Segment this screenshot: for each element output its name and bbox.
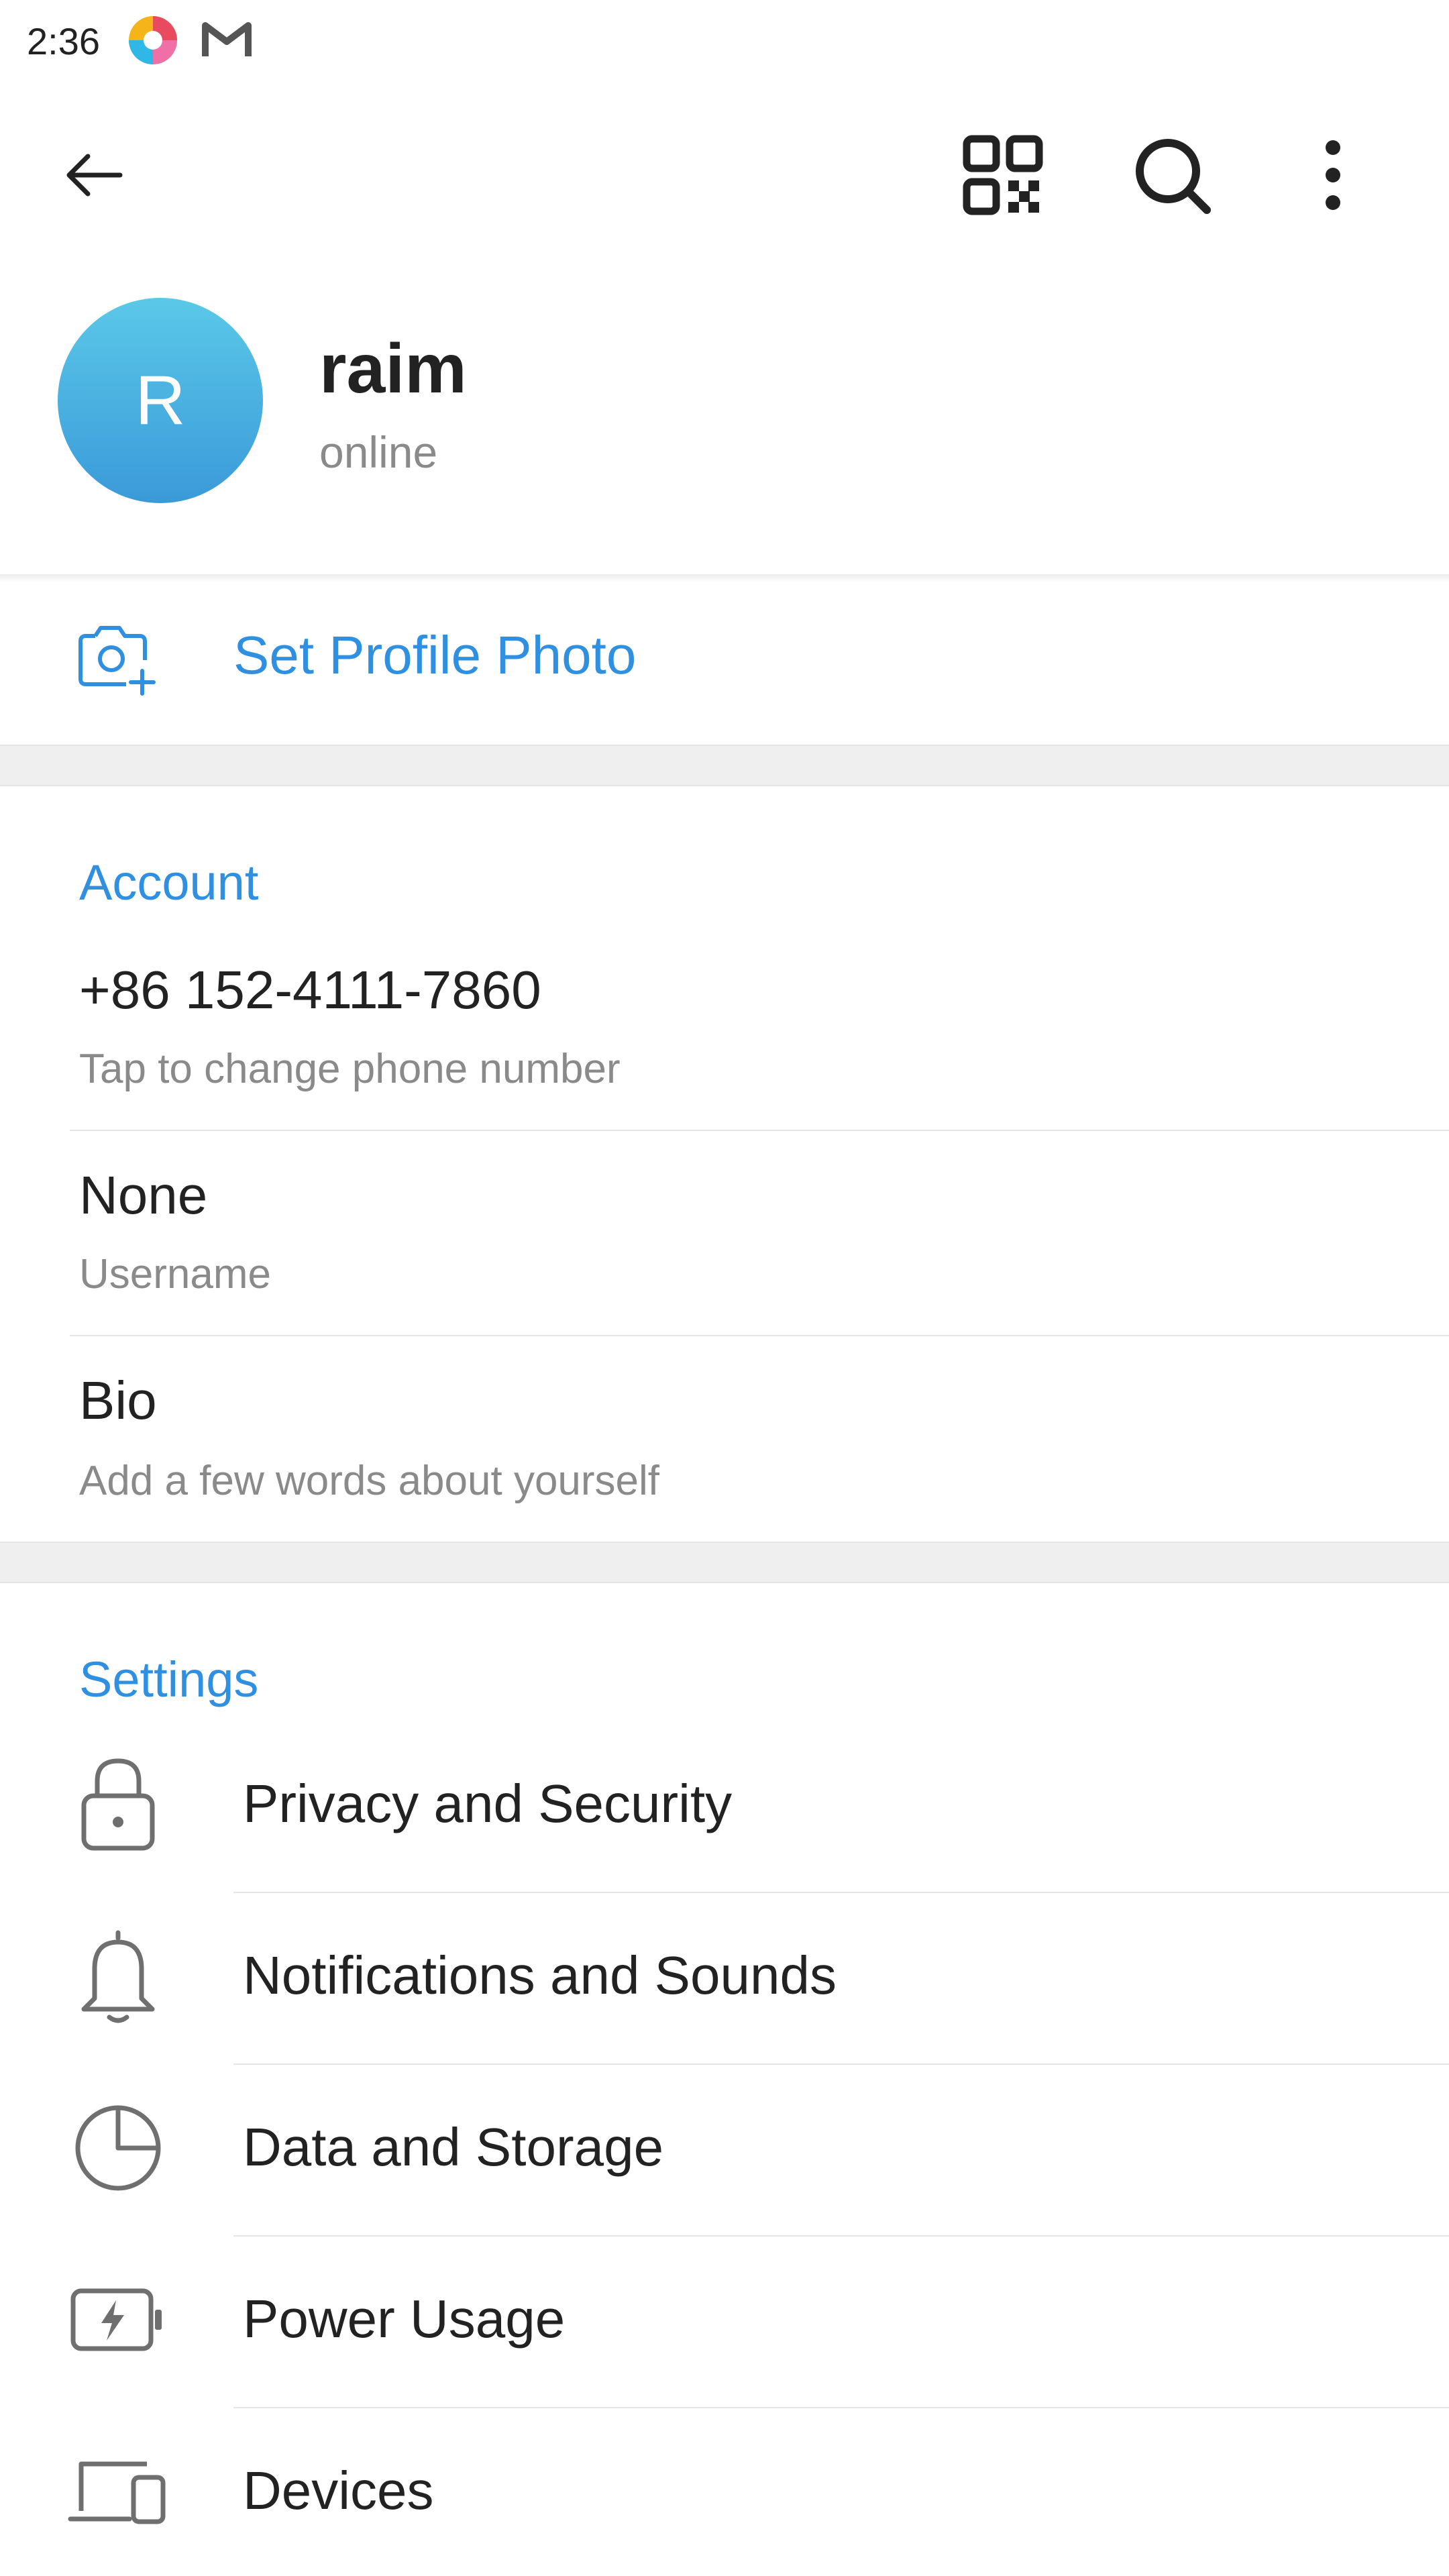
settings-section-header: Settings (79, 1652, 259, 1707)
phone-number-value: +86 152-4111-7860 (79, 960, 541, 1020)
colorful-app-icon (125, 12, 181, 68)
account-section-header: Account (79, 855, 259, 910)
back-arrow-icon (61, 142, 128, 212)
section-divider (0, 1542, 1449, 1583)
phone-number-hint: Tap to change phone number (79, 1046, 621, 1092)
search-icon (1132, 135, 1212, 219)
battery-bolt-icon (64, 2266, 172, 2373)
settings-item-data-storage[interactable] (0, 2065, 1449, 2235)
more-options-button[interactable] (1283, 126, 1383, 227)
settings-item-devices[interactable] (0, 2408, 1449, 2576)
settings-item-label: Notifications and Sounds (243, 1945, 837, 2005)
username-row[interactable] (0, 1131, 1449, 1335)
avatar[interactable]: R (58, 298, 263, 503)
profile-status: online (319, 427, 438, 477)
bio-value: Bio (79, 1371, 157, 1430)
username-value: None (79, 1165, 208, 1225)
gmail-icon (199, 12, 255, 68)
devices-icon (64, 2438, 172, 2545)
section-divider (0, 745, 1449, 786)
profile-name: raim (319, 330, 467, 408)
back-button[interactable] (44, 126, 145, 227)
username-hint: Username (79, 1251, 271, 1297)
pie-chart-icon (64, 2094, 172, 2202)
settings-item-label: Data and Storage (243, 2117, 664, 2177)
camera-add-icon (75, 619, 156, 699)
lock-icon (64, 1750, 172, 1857)
settings-item-power-usage[interactable] (0, 2237, 1449, 2407)
settings-item-label: Devices (243, 2461, 434, 2520)
bell-icon (64, 1923, 172, 2030)
bio-row[interactable] (0, 1336, 1449, 1542)
more-vert-icon (1320, 138, 1346, 215)
status-time: 2:36 (27, 20, 100, 62)
qr-code-button[interactable] (953, 126, 1053, 227)
set-profile-photo-label: Set Profile Photo (233, 625, 637, 685)
settings-item-label: Power Usage (243, 2289, 566, 2349)
settings-item-label: Privacy and Security (243, 1774, 733, 1833)
set-profile-photo-row[interactable] (0, 577, 1449, 745)
avatar-initial: R (135, 361, 186, 439)
bio-hint: Add a few words about yourself (79, 1458, 660, 1504)
qr-code-icon (963, 135, 1043, 219)
search-button[interactable] (1122, 126, 1222, 227)
